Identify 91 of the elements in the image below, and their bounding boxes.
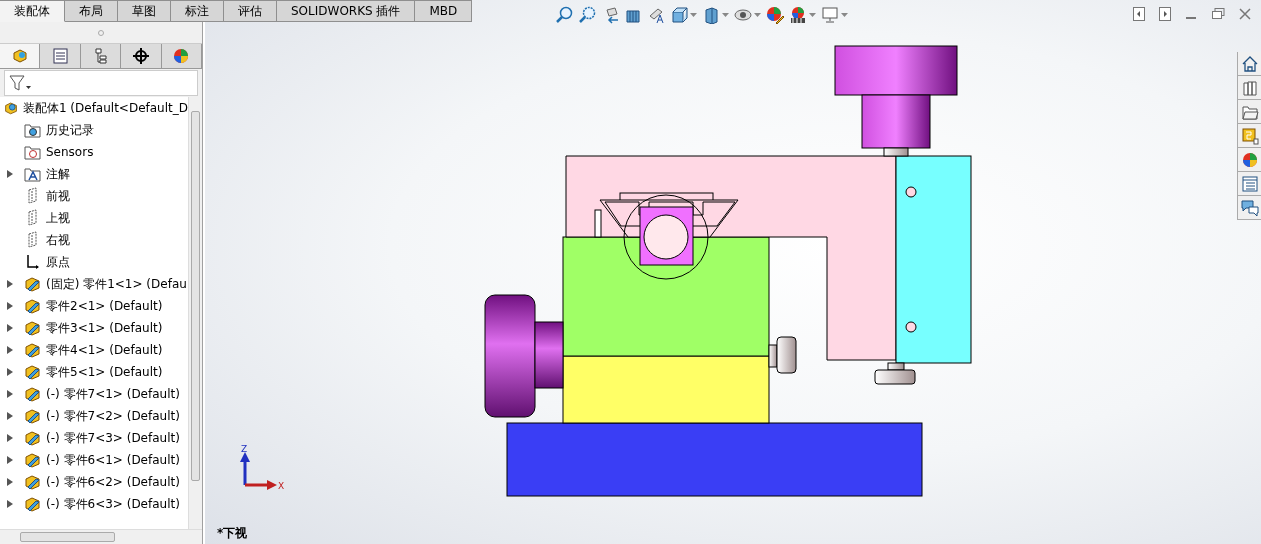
view-name: *下视 (217, 525, 248, 542)
axis-label: X (278, 481, 285, 491)
tree-item-label[interactable]: (-) 零件6<1> (Default) (46, 451, 180, 469)
vertical-scrollbar[interactable] (188, 97, 202, 529)
axis-triad-drawing (240, 452, 277, 490)
expand-arrow-icon[interactable] (7, 390, 13, 398)
expand-arrow-icon[interactable] (7, 280, 13, 288)
display-manager-icon (172, 47, 191, 65)
part-icon (24, 473, 42, 492)
command-tab[interactable]: SOLIDWORKS 插件 (277, 0, 416, 22)
command-tab[interactable]: 装配体 (0, 0, 65, 22)
tree-item-label[interactable]: 前视 (46, 187, 70, 205)
part-icon (24, 407, 42, 426)
annotation-folder-icon (24, 165, 42, 184)
tree-item-label[interactable]: (-) 零件7<2> (Default) (46, 407, 180, 425)
tree-item-label[interactable]: 装配体1 (Default<Default_D (22, 99, 188, 117)
tree-item-label[interactable]: (固定) 零件1<1> (Defau (46, 275, 187, 293)
tree-item-label[interactable]: (-) 零件7<3> (Default) (46, 429, 180, 447)
tree-item-label[interactable]: 注解 (46, 165, 70, 183)
eye-icon (734, 6, 752, 24)
view-tool-button[interactable] (670, 6, 697, 24)
restore-icon[interactable] (1211, 7, 1225, 21)
list-icon (1240, 174, 1259, 193)
panel-right-icon[interactable] (1159, 7, 1171, 21)
expand-arrow-icon[interactable] (7, 478, 13, 486)
color-ball-icon (1240, 150, 1259, 169)
cube-icon (670, 6, 688, 24)
view-tool-button[interactable] (578, 6, 596, 24)
home-icon (1240, 54, 1259, 73)
view-tool-button[interactable] (789, 6, 816, 24)
part-icon (24, 429, 42, 448)
close-icon[interactable] (1239, 7, 1251, 21)
books-icon (1240, 78, 1259, 97)
tree-item-label[interactable]: 上视 (46, 209, 70, 227)
monitor-icon (821, 6, 839, 24)
property-manager-icon (51, 47, 70, 65)
tree-item-label[interactable]: (-) 零件6<3> (Default) (46, 495, 180, 513)
part-icon (24, 495, 42, 514)
chat-bubbles-icon (1240, 198, 1259, 217)
part-icon (24, 319, 42, 338)
color-ball-pencil-icon (766, 6, 784, 24)
part-icon (24, 385, 42, 404)
command-tab[interactable]: 评估 (224, 0, 277, 22)
expand-arrow-icon[interactable] (7, 456, 13, 464)
tree-item-label[interactable]: 历史记录 (46, 121, 94, 139)
expand-arrow-icon[interactable] (7, 324, 13, 332)
tree-item-label[interactable]: 原点 (46, 253, 70, 271)
zoom-area-icon (578, 6, 596, 24)
assembly-icon (4, 99, 19, 117)
axis-label: Z (241, 444, 248, 454)
dimxpert-icon (131, 47, 150, 65)
command-tab[interactable]: 草图 (118, 0, 171, 22)
expand-arrow-icon[interactable] (7, 302, 13, 310)
tree-item-label[interactable]: 零件2<1> (Default) (46, 297, 163, 315)
panel-tab[interactable] (121, 44, 162, 68)
tree-item-label[interactable]: 零件5<1> (Default) (46, 363, 163, 381)
expand-arrow-icon[interactable] (7, 368, 13, 376)
sensor-folder-icon (24, 143, 42, 162)
expand-arrow-icon[interactable] (7, 346, 13, 354)
part-icon (24, 451, 42, 470)
expand-arrow-icon[interactable] (7, 412, 13, 420)
tree-item-label[interactable]: (-) 零件7<1> (Default) (46, 385, 180, 403)
tree-item-label[interactable]: 零件4<1> (Default) (46, 341, 163, 359)
tree-item-label[interactable]: Sensors (46, 143, 94, 161)
view-tool-button[interactable] (702, 6, 729, 24)
tree-item-label[interactable]: (-) 零件6<2> (Default) (46, 473, 180, 491)
zoom-fit-icon (555, 6, 573, 24)
expand-arrow-icon[interactable] (7, 434, 13, 442)
panel-left-icon[interactable] (1133, 7, 1145, 21)
part-icon (24, 297, 42, 316)
part-icon (24, 363, 42, 382)
annotation-icon (647, 6, 665, 24)
box-icon (702, 6, 720, 24)
view-tool-button[interactable] (555, 6, 573, 24)
part-icon (24, 275, 42, 294)
command-tab[interactable]: 布局 (65, 0, 118, 22)
view-tool-button[interactable] (734, 6, 761, 24)
history-folder-icon (24, 121, 42, 140)
expand-arrow-icon[interactable] (7, 170, 13, 178)
horizontal-scrollbar[interactable] (0, 529, 202, 544)
color-ball-scene-icon (789, 6, 807, 24)
part-icon (24, 341, 42, 360)
view-tool-button[interactable] (766, 6, 784, 24)
expand-arrow-icon[interactable] (7, 500, 13, 508)
filter-icon[interactable] (8, 74, 32, 92)
view-tool-button[interactable] (647, 6, 665, 24)
tree-item-label[interactable]: 零件3<1> (Default) (46, 319, 163, 337)
tree-item-label[interactable]: 右视 (46, 231, 70, 249)
command-tab[interactable]: MBD (415, 0, 473, 22)
command-tab[interactable]: 标注 (171, 0, 224, 22)
feature-manager-icon (10, 47, 29, 65)
